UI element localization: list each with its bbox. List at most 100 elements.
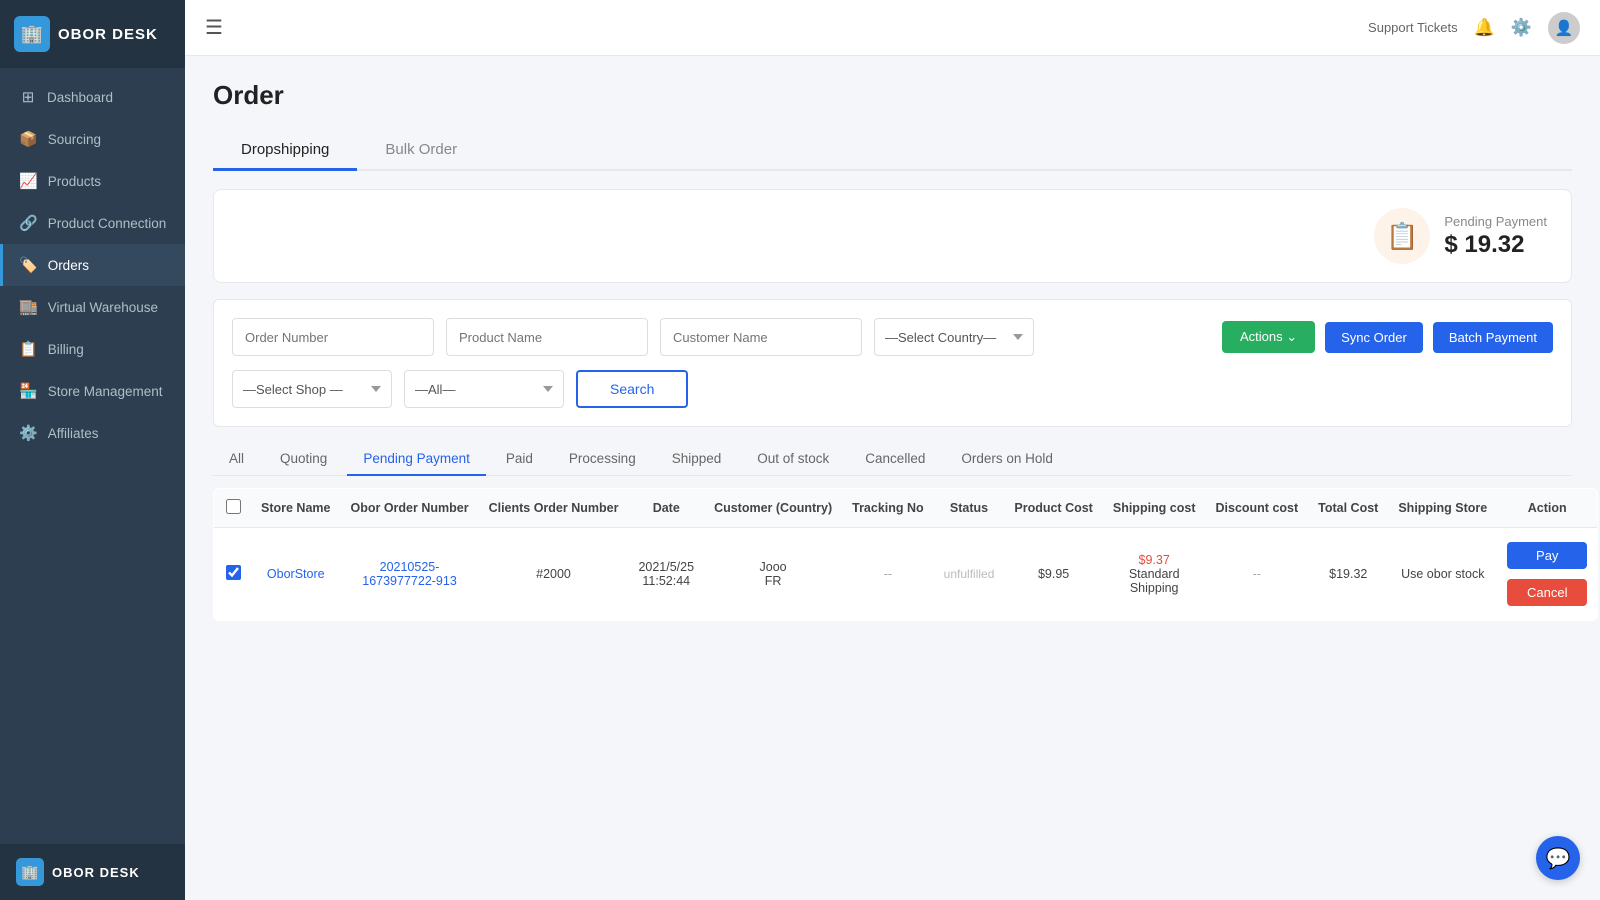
sidebar-item-label: Virtual Warehouse xyxy=(48,300,158,315)
page-title: Order xyxy=(213,80,1572,111)
sidebar-item-virtual-warehouse[interactable]: 🏬 Virtual Warehouse xyxy=(0,286,185,328)
obor-order-number-cell: 20210525-1673977722-913 xyxy=(340,528,478,621)
status-tab-quoting[interactable]: Quoting xyxy=(264,443,343,476)
col-customer-country: Customer (Country) xyxy=(704,489,842,528)
filters-row-1: —Select Country— United States France Ge… xyxy=(232,318,1553,356)
col-tracking-no: Tracking No xyxy=(842,489,934,528)
sidebar: 🏢 OBOR DESK ⊞ Dashboard 📦 Sourcing 📈 Pro… xyxy=(0,0,185,900)
content-area: Order Dropshipping Bulk Order 📋 Pending … xyxy=(185,56,1600,900)
status-tab-processing[interactable]: Processing xyxy=(553,443,652,476)
table-row: OborStore 20210525-1673977722-913 #2000 … xyxy=(214,528,1598,621)
hamburger-button[interactable]: ☰ xyxy=(205,15,223,40)
product-connection-icon: 🔗 xyxy=(19,214,38,232)
sidebar-logo[interactable]: 🏢 OBOR DESK xyxy=(0,0,185,68)
topbar-left: ☰ xyxy=(205,15,223,40)
status-tab-shipped[interactable]: Shipped xyxy=(656,443,738,476)
status-tab-paid[interactable]: Paid xyxy=(490,443,549,476)
gear-icon[interactable]: ⚙️ xyxy=(1511,18,1532,38)
date-cell: 2021/5/25 11:52:44 xyxy=(628,528,704,621)
sidebar-item-store-management[interactable]: 🏪 Store Management xyxy=(0,370,185,412)
actions-button[interactable]: Actions ⌄ xyxy=(1222,321,1315,353)
col-shipping-store: Shipping Store xyxy=(1388,489,1497,528)
pending-icon: 📋 xyxy=(1374,208,1430,264)
status-tab-out-of-stock[interactable]: Out of stock xyxy=(741,443,845,476)
shipping-store-cell: Use obor stock xyxy=(1388,528,1497,621)
search-button[interactable]: Search xyxy=(576,370,688,408)
col-total-cost: Total Cost xyxy=(1308,489,1388,528)
pending-label: Pending Payment xyxy=(1444,214,1547,229)
bell-icon[interactable]: 🔔 xyxy=(1474,18,1495,38)
product-cost-cell: $9.95 xyxy=(1004,528,1102,621)
status-tab-all[interactable]: All xyxy=(213,443,260,476)
shipping-cost-amount: $9.37 xyxy=(1113,553,1196,567)
store-name-cell: OborStore xyxy=(251,528,340,621)
sidebar-item-orders[interactable]: 🏷️ Orders xyxy=(0,244,185,286)
discount-cost-cell: -- xyxy=(1206,528,1309,621)
sidebar-item-products[interactable]: 📈 Products xyxy=(0,160,185,202)
pending-payment-banner: 📋 Pending Payment $ 19.32 xyxy=(213,189,1572,283)
sidebar-logo-icon: 🏢 xyxy=(14,16,50,52)
shipping-cost-label: Standard Shipping xyxy=(1113,567,1196,595)
col-action: Action xyxy=(1497,489,1598,528)
col-product-cost: Product Cost xyxy=(1004,489,1102,528)
sidebar-item-label: Store Management xyxy=(48,384,163,399)
filters-actions: Actions ⌄ Sync Order Batch Payment xyxy=(1222,321,1553,353)
status-tab-cancelled[interactable]: Cancelled xyxy=(849,443,941,476)
sidebar-item-affiliates[interactable]: ⚙️ Affiliates xyxy=(0,412,185,454)
sidebar-item-billing[interactable]: 📋 Billing xyxy=(0,328,185,370)
obor-order-number-link[interactable]: 20210525-1673977722-913 xyxy=(362,560,457,588)
shipping-cost-cell: $9.37 Standard Shipping xyxy=(1103,528,1206,621)
country-select[interactable]: —Select Country— United States France Ge… xyxy=(874,318,1034,356)
sidebar-footer-text: OBOR DESK xyxy=(52,865,140,880)
support-tickets-link[interactable]: Support Tickets xyxy=(1368,20,1458,35)
shop-select[interactable]: —Select Shop — OborStore xyxy=(232,370,392,408)
total-cost-cell: $19.32 xyxy=(1308,528,1388,621)
row-checkbox[interactable] xyxy=(226,565,241,580)
table-header: Store Name Obor Order Number Clients Ord… xyxy=(214,489,1598,528)
products-icon: 📈 xyxy=(19,172,38,190)
topbar: ☰ Support Tickets 🔔 ⚙️ 👤 xyxy=(185,0,1600,56)
filters-container: —Select Country— United States France Ge… xyxy=(213,299,1572,427)
order-number-input[interactable] xyxy=(232,318,434,356)
pending-banner-inner: 📋 Pending Payment $ 19.32 xyxy=(1374,208,1547,264)
action-buttons: Pay Cancel xyxy=(1507,542,1587,606)
sidebar-item-product-connection[interactable]: 🔗 Product Connection xyxy=(0,202,185,244)
all-select[interactable]: —All— Option 1 xyxy=(404,370,564,408)
sidebar-item-label: Product Connection xyxy=(48,216,167,231)
select-all-checkbox[interactable] xyxy=(226,499,241,514)
tab-bulk-order[interactable]: Bulk Order xyxy=(357,131,485,171)
status-tab-orders-on-hold[interactable]: Orders on Hold xyxy=(945,443,1069,476)
sidebar-item-label: Dashboard xyxy=(47,90,113,105)
col-shipping-cost: Shipping cost xyxy=(1103,489,1206,528)
col-checkbox xyxy=(214,489,252,528)
store-name-link[interactable]: OborStore xyxy=(267,567,325,581)
billing-icon: 📋 xyxy=(19,340,38,358)
customer-name-input[interactable] xyxy=(660,318,862,356)
tab-dropshipping[interactable]: Dropshipping xyxy=(213,131,357,171)
pending-info: Pending Payment $ 19.32 xyxy=(1444,214,1547,259)
sidebar-footer: 🏢 OBOR DESK xyxy=(0,844,185,900)
tracking-no-cell: -- xyxy=(842,528,934,621)
status-tab-pending-payment[interactable]: Pending Payment xyxy=(347,443,486,476)
sidebar-logo-text: OBOR DESK xyxy=(58,26,158,43)
table-body: OborStore 20210525-1673977722-913 #2000 … xyxy=(214,528,1598,621)
header-row: Store Name Obor Order Number Clients Ord… xyxy=(214,489,1598,528)
status-cell: unfulfilled xyxy=(934,528,1005,621)
sidebar-item-dashboard[interactable]: ⊞ Dashboard xyxy=(0,76,185,118)
dashboard-icon: ⊞ xyxy=(19,88,37,106)
main-tabs-bar: Dropshipping Bulk Order xyxy=(213,131,1572,171)
customer-cell: Jooo FR xyxy=(704,528,842,621)
sync-order-button[interactable]: Sync Order xyxy=(1325,322,1423,353)
user-avatar[interactable]: 👤 xyxy=(1548,12,1580,44)
customer-country: FR xyxy=(714,574,832,588)
sidebar-item-label: Sourcing xyxy=(48,132,101,147)
pay-button[interactable]: Pay xyxy=(1507,542,1587,569)
product-name-input[interactable] xyxy=(446,318,648,356)
filters-row-2: —Select Shop — OborStore —All— Option 1 … xyxy=(232,370,1553,408)
chat-bubble[interactable]: 💬 xyxy=(1536,836,1580,880)
store-management-icon: 🏪 xyxy=(19,382,38,400)
main-area: ☰ Support Tickets 🔔 ⚙️ 👤 Order Dropshipp… xyxy=(185,0,1600,900)
sidebar-item-sourcing[interactable]: 📦 Sourcing xyxy=(0,118,185,160)
cancel-button[interactable]: Cancel xyxy=(1507,579,1587,606)
batch-payment-button[interactable]: Batch Payment xyxy=(1433,322,1553,353)
